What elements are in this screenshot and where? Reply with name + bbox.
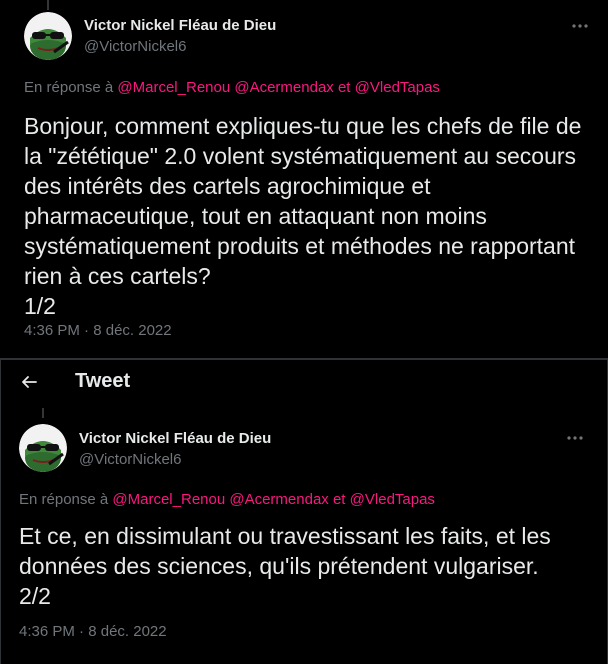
more-options-icon[interactable] [570, 16, 590, 36]
author-name[interactable]: Victor Nickel Fléau de Dieu [84, 17, 276, 34]
separator: · [79, 623, 85, 640]
thread-connector [47, 0, 49, 10]
arrow-left-icon[interactable] [19, 372, 39, 392]
top-bar: Tweet [1, 360, 607, 404]
mention-link[interactable]: @VledTapas [350, 491, 435, 508]
mention-link[interactable]: @Marcel_Renou [117, 79, 230, 96]
avatar[interactable] [24, 12, 72, 60]
separator: · [84, 322, 90, 339]
mention-link[interactable]: @VledTapas [355, 79, 440, 96]
tweet-text: Et ce, en dissimulant ou travestissant l… [19, 523, 551, 609]
tweet-time: 4:36 PM [24, 322, 80, 339]
tweet-timestamp[interactable]: 4:36 PM · 8 déc. 2022 [24, 322, 172, 339]
author-name[interactable]: Victor Nickel Fléau de Dieu [79, 430, 271, 447]
mention-and: et [337, 79, 351, 96]
reply-prefix: En réponse à [24, 79, 114, 96]
reply-prefix: En réponse à [19, 491, 109, 508]
reply-context: En réponse à @Marcel_Renou @Acermendax e… [19, 491, 435, 508]
tweet-panel-1: Victor Nickel Fléau de Dieu @VictorNicke… [0, 0, 608, 358]
avatar[interactable] [19, 424, 67, 472]
page-title: Tweet [75, 370, 131, 392]
thread-connector [42, 408, 44, 418]
author-handle[interactable]: @VictorNickel6 [79, 451, 181, 468]
mention-link[interactable]: @Acermendax [229, 491, 328, 508]
tweet-timestamp[interactable]: 4:36 PM · 8 déc. 2022 [19, 623, 167, 640]
mention-link[interactable]: @Acermendax [234, 79, 333, 96]
tweet-time: 4:36 PM [19, 623, 75, 640]
tweet-date: 8 déc. 2022 [93, 322, 172, 339]
tweet-text: Bonjour, comment expliques-tu que les ch… [24, 113, 582, 319]
reply-context: En réponse à @Marcel_Renou @Acermendax e… [24, 79, 440, 96]
pepe-avatar-icon [24, 12, 72, 60]
more-options-icon[interactable] [565, 428, 585, 448]
tweet-date: 8 déc. 2022 [88, 623, 167, 640]
pepe-avatar-icon [19, 424, 67, 472]
mention-and: et [332, 491, 346, 508]
mention-link[interactable]: @Marcel_Renou [112, 491, 225, 508]
author-handle[interactable]: @VictorNickel6 [84, 38, 186, 55]
tweet-panel-2: Tweet Victor Nickel Fléau de Dieu @Victo… [0, 360, 608, 664]
